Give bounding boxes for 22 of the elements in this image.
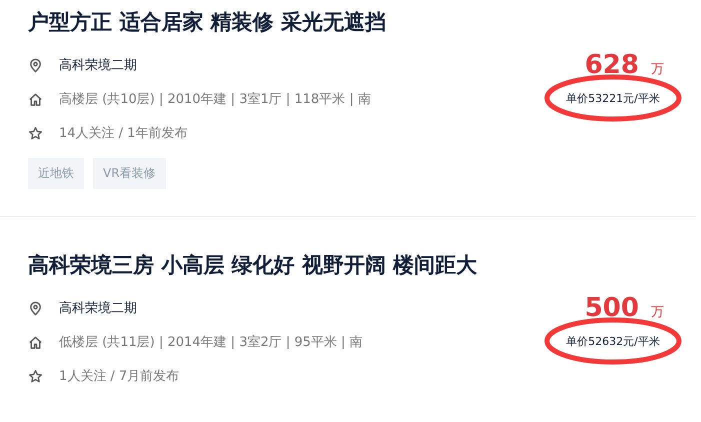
house-icon <box>28 92 43 106</box>
community-link[interactable]: 高科荣境二期 <box>59 56 137 74</box>
feature-tag: VR看装修 <box>93 158 166 189</box>
followers-text: 14人关注 / 1年前发布 <box>59 125 188 142</box>
followers-text: 1人关注 / 7月前发布 <box>59 368 180 385</box>
community-link[interactable]: 高科荣境二期 <box>59 299 137 317</box>
location-pin-icon <box>28 300 43 316</box>
house-details: 低楼层 (共11层) | 2014年建 | 3室2厅 | 95平米 | 南 <box>59 334 363 351</box>
unit-price: 单价53221元/平米 <box>566 90 660 106</box>
location-pin-icon <box>28 58 43 72</box>
listing-title[interactable]: 户型方正 适合居家 精装修 采光无遮挡 <box>28 6 386 38</box>
total-price: 628 <box>584 50 639 80</box>
price-unit: 万 <box>651 61 664 78</box>
house-details: 高楼层 (共10层) | 2010年建 | 3室1厅 | 118平米 | 南 <box>59 91 371 108</box>
house-icon <box>28 334 43 350</box>
total-price: 500 <box>584 293 639 323</box>
star-icon <box>28 368 43 384</box>
listing-title[interactable]: 高科荣境三房 小高层 绿化好 视野开阔 楼间距大 <box>28 249 478 281</box>
price-unit: 万 <box>651 304 664 321</box>
feature-tag: 近地铁 <box>28 158 84 189</box>
unit-price: 单价52632元/平米 <box>566 334 660 348</box>
star-icon <box>28 126 43 140</box>
